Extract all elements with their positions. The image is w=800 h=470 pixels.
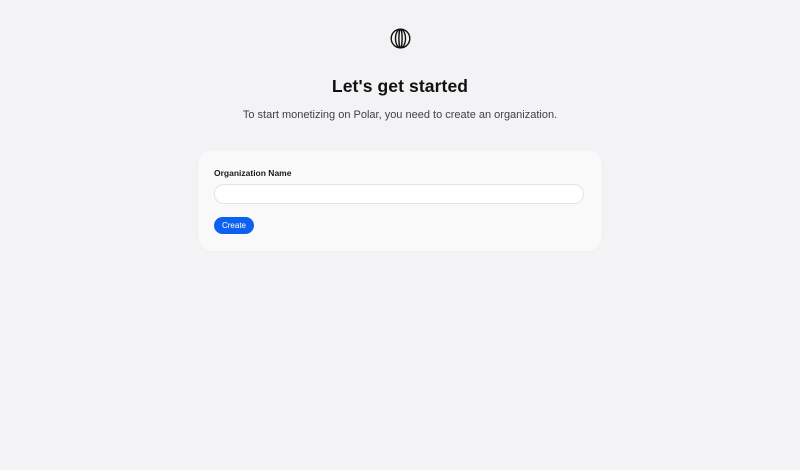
create-organization-card: Organization Name Create <box>198 150 602 251</box>
polar-logo-icon <box>390 28 411 49</box>
organization-name-label: Organization Name <box>214 168 292 178</box>
organization-name-input[interactable] <box>214 184 584 204</box>
create-button[interactable]: Create <box>214 217 254 234</box>
page-subtitle: To start monetizing on Polar, you need t… <box>242 109 558 121</box>
page-title: Let's get started <box>331 76 469 96</box>
onboarding-page: Let's get started To start monetizing on… <box>0 0 800 470</box>
